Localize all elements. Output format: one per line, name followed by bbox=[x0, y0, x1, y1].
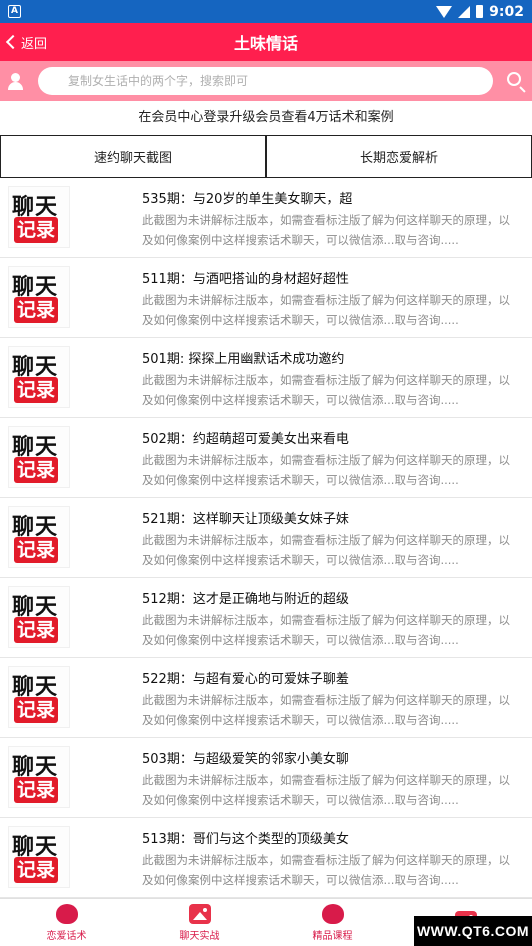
battery-icon bbox=[476, 5, 484, 18]
chat-record-thumbnail: 聊天 记录 bbox=[8, 666, 70, 728]
item-description: 此截图为未讲解标注版本，如需查看标注版了解为何这样聊天的原理，以及如何像案例中这… bbox=[142, 853, 510, 887]
status-time: 9:02 bbox=[489, 3, 524, 20]
thumbnail-text-bottom: 记录 bbox=[14, 537, 59, 563]
title-bar: 返回 土味情话 bbox=[0, 23, 532, 61]
member-notice: 在会员中心登录升级会员查看4万话术和案例 bbox=[0, 101, 532, 135]
item-title: 503期：与超级爱笑的邻家小美女聊 bbox=[142, 752, 349, 767]
chat-record-thumbnail: 聊天 记录 bbox=[8, 746, 70, 808]
item-title: 511期：与酒吧搭讪的身材超好超性 bbox=[142, 272, 349, 287]
nav-label: 聊天实战 bbox=[179, 930, 220, 942]
chevron-left-icon bbox=[5, 34, 21, 50]
chat-record-thumbnail: 聊天 记录 bbox=[8, 426, 70, 488]
item-title: 501期: 探探上用幽默话术成功邀约 bbox=[142, 352, 345, 367]
thumbnail-text-bottom: 记录 bbox=[14, 777, 59, 803]
item-title: 513期：哥们与这个类型的顶级美女 bbox=[142, 832, 349, 847]
list-item[interactable]: 聊天 记录 521期：这样聊天让顶级美女妹子妹 此截图为未讲解标注版本，如需查看… bbox=[0, 498, 532, 578]
rose-icon bbox=[55, 903, 78, 924]
user-icon-head bbox=[11, 73, 20, 82]
list-item[interactable]: 聊天 记录 502期：约超萌超可爱美女出来看电 此截图为未讲解标注版本，如需查看… bbox=[0, 418, 532, 498]
nav-premium-courses[interactable]: 精品课程 bbox=[266, 899, 399, 946]
list-item[interactable]: 聊天 记录 513期：哥们与这个类型的顶级美女 此截图为未讲解标注版本，如需查看… bbox=[0, 818, 532, 898]
nav-label: 精品课程 bbox=[312, 930, 353, 942]
nav-chat-practice[interactable]: 聊天实战 bbox=[133, 899, 266, 946]
signal-icon bbox=[458, 5, 471, 18]
nav-love-scripts[interactable]: 恋爱话术 bbox=[0, 899, 133, 946]
item-description: 此截图为未讲解标注版本，如需查看标注版了解为何这样聊天的原理，以及如何像案例中这… bbox=[142, 293, 510, 327]
list-item[interactable]: 聊天 记录 512期：这才是正确地与附近的超级 此截图为未讲解标注版本，如需查看… bbox=[0, 578, 532, 658]
user-icon[interactable] bbox=[0, 61, 32, 101]
status-icons: 9:02 bbox=[436, 4, 524, 20]
chat-record-thumbnail: 聊天 记录 bbox=[8, 826, 70, 888]
chat-record-thumbnail: 聊天 记录 bbox=[8, 586, 70, 648]
item-title: 521期：这样聊天让顶级美女妹子妹 bbox=[142, 512, 349, 527]
list-item[interactable]: 聊天 记录 511期：与酒吧搭讪的身材超好超性 此截图为未讲解标注版本，如需查看… bbox=[0, 258, 532, 338]
chat-record-thumbnail: 聊天 记录 bbox=[8, 506, 70, 568]
chat-record-thumbnail: 聊天 记录 bbox=[8, 266, 70, 328]
chat-record-thumbnail: 聊天 记录 bbox=[8, 346, 70, 408]
item-description: 此截图为未讲解标注版本，如需查看标注版了解为何这样聊天的原理，以及如何像案例中这… bbox=[142, 533, 510, 567]
list-item[interactable]: 聊天 记录 522期：与超有爱心的可爱妹子聊羞 此截图为未讲解标注版本，如需查看… bbox=[0, 658, 532, 738]
thumbnail-text-bottom: 记录 bbox=[14, 697, 59, 723]
rose-icon bbox=[321, 903, 344, 924]
nav-label: 恋爱话术 bbox=[46, 930, 87, 942]
page-title: 土味情话 bbox=[233, 34, 298, 53]
site-watermark: WWW.QT6.COM bbox=[414, 916, 532, 946]
thumbnail-text-bottom: 记录 bbox=[14, 457, 59, 483]
thumbnail-text-bottom: 记录 bbox=[14, 377, 59, 403]
item-title: 502期：约超萌超可爱美女出来看电 bbox=[142, 432, 349, 447]
item-description: 此截图为未讲解标注版本，如需查看标注版了解为何这样聊天的原理，以及如何像案例中这… bbox=[142, 453, 510, 487]
thumbnail-text-bottom: 记录 bbox=[14, 217, 59, 243]
item-title: 522期：与超有爱心的可爱妹子聊羞 bbox=[142, 672, 349, 687]
list-item[interactable]: 聊天 记录 503期：与超级爱笑的邻家小美女聊 此截图为未讲解标注版本，如需查看… bbox=[0, 738, 532, 818]
item-title: 535期：与20岁的单生美女聊天，超 bbox=[142, 192, 353, 207]
back-label: 返回 bbox=[21, 36, 48, 52]
status-bar: A 9:02 bbox=[0, 0, 532, 23]
item-title: 512期：这才是正确地与附近的超级 bbox=[142, 592, 349, 607]
item-description: 此截图为未讲解标注版本，如需查看标注版了解为何这样聊天的原理，以及如何像案例中这… bbox=[142, 213, 510, 247]
tab-quick-chat-screenshots[interactable]: 速约聊天截图 bbox=[0, 135, 266, 178]
thumbnail-text-bottom: 记录 bbox=[14, 297, 59, 323]
search-bar bbox=[0, 61, 532, 101]
item-description: 此截图为未讲解标注版本，如需查看标注版了解为何这样聊天的原理，以及如何像案例中这… bbox=[142, 613, 510, 647]
search-input[interactable] bbox=[38, 67, 493, 95]
user-icon-body bbox=[8, 82, 23, 90]
item-description: 此截图为未讲解标注版本，如需查看标注版了解为何这样聊天的原理，以及如何像案例中这… bbox=[142, 373, 510, 407]
list-item[interactable]: 聊天 记录 501期: 探探上用幽默话术成功邀约 此截图为未讲解标注版本，如需查… bbox=[0, 338, 532, 418]
chat-record-thumbnail: 聊天 记录 bbox=[8, 186, 70, 248]
tab-bar: 速约聊天截图 长期恋爱解析 bbox=[0, 135, 532, 178]
search-icon[interactable] bbox=[507, 72, 521, 86]
item-description: 此截图为未讲解标注版本，如需查看标注版了解为何这样聊天的原理，以及如何像案例中这… bbox=[142, 773, 510, 807]
back-button[interactable]: 返回 bbox=[5, 23, 48, 61]
tab-long-term-analysis[interactable]: 长期恋爱解析 bbox=[266, 135, 532, 178]
list-item[interactable]: 聊天 记录 535期：与20岁的单生美女聊天，超 此截图为未讲解标注版本，如需查… bbox=[0, 178, 532, 258]
picture-icon bbox=[188, 903, 211, 924]
thumbnail-text-bottom: 记录 bbox=[14, 617, 59, 643]
notification-icon: A bbox=[8, 5, 21, 18]
article-list: 聊天 记录 535期：与20岁的单生美女聊天，超 此截图为未讲解标注版本，如需查… bbox=[0, 178, 532, 898]
wifi-icon bbox=[436, 5, 453, 18]
item-description: 此截图为未讲解标注版本，如需查看标注版了解为何这样聊天的原理，以及如何像案例中这… bbox=[142, 693, 510, 727]
app-root: A 9:02 返回 土味情话 在会员中心登录升级会员查看4万话术和案例 速约聊天… bbox=[0, 0, 532, 946]
thumbnail-text-bottom: 记录 bbox=[14, 857, 59, 883]
